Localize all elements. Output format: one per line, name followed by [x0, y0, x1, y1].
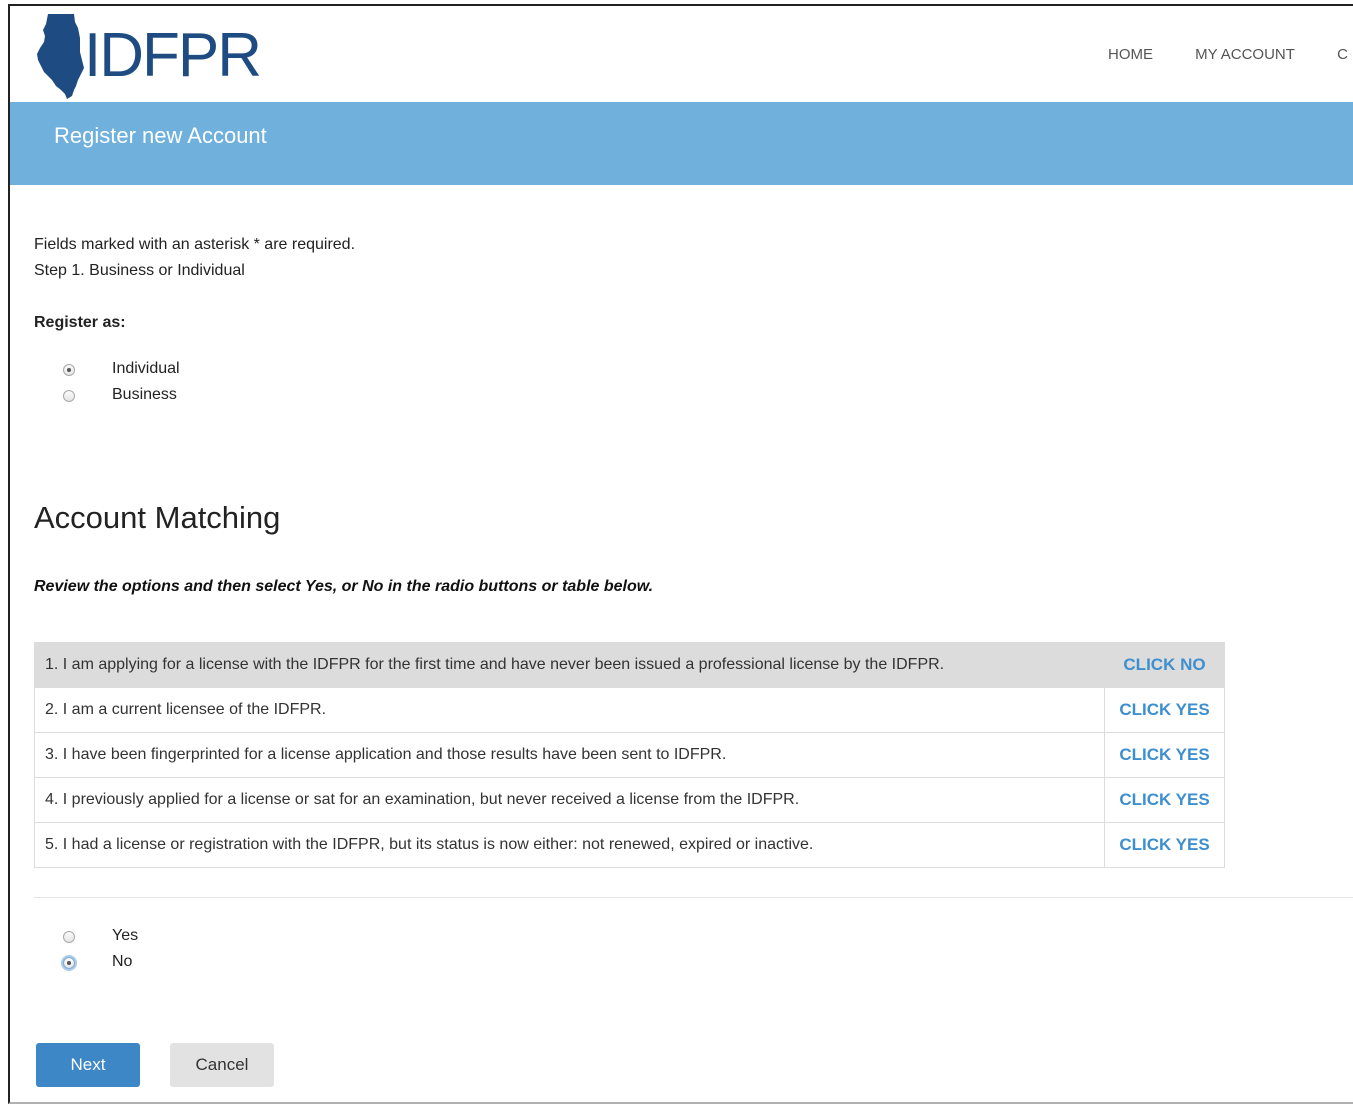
- click-yes-link[interactable]: CLICK YES: [1104, 822, 1225, 868]
- option-text: 5. I had a license or registration with …: [34, 822, 1105, 868]
- account-matching-heading: Account Matching: [34, 500, 281, 535]
- cancel-button[interactable]: Cancel: [170, 1043, 274, 1087]
- radio-business[interactable]: [63, 390, 75, 402]
- option-text: 1. I am applying for a license with the …: [34, 642, 1105, 688]
- table-row: 1. I am applying for a license with the …: [34, 642, 1225, 688]
- page-banner: Register new Account: [10, 102, 1353, 185]
- nav-item-truncated[interactable]: C: [1337, 46, 1348, 63]
- option-text: 2. I am a current licensee of the IDFPR.: [34, 687, 1105, 733]
- option-text: 3. I have been fingerprinted for a licen…: [34, 732, 1105, 778]
- required-fields-note: Fields marked with an asterisk * are req…: [34, 236, 356, 253]
- radio-business-label[interactable]: Business: [112, 386, 177, 404]
- logo-text: IDFPR: [84, 21, 262, 90]
- top-nav: HOME MY ACCOUNT C: [1108, 46, 1353, 63]
- step-label: Step 1. Business or Individual: [34, 262, 245, 279]
- idfpr-logo[interactable]: IDFPR: [34, 12, 274, 100]
- radio-no-label[interactable]: No: [112, 953, 132, 971]
- nav-home[interactable]: HOME: [1108, 46, 1153, 63]
- option-text: 4. I previously applied for a license or…: [34, 777, 1105, 823]
- radio-individual-label[interactable]: Individual: [112, 360, 180, 378]
- register-as-label: Register as:: [34, 314, 126, 331]
- radio-yes-label[interactable]: Yes: [112, 927, 138, 945]
- radio-individual[interactable]: [63, 364, 75, 376]
- table-row: 4. I previously applied for a license or…: [34, 777, 1225, 823]
- table-row: 5. I had a license or registration with …: [34, 822, 1225, 868]
- divider: [34, 897, 1353, 898]
- nav-my-account[interactable]: MY ACCOUNT: [1195, 46, 1295, 63]
- radio-no[interactable]: [63, 957, 75, 969]
- table-row: 2. I am a current licensee of the IDFPR.…: [34, 687, 1225, 733]
- site-header: IDFPR HOME MY ACCOUNT C: [10, 6, 1353, 102]
- browser-viewport: IDFPR HOME MY ACCOUNT C Register new Acc…: [8, 4, 1353, 1104]
- next-button[interactable]: Next: [36, 1043, 140, 1087]
- click-yes-link[interactable]: CLICK YES: [1104, 687, 1225, 733]
- page-title: Register new Account: [54, 123, 267, 148]
- matching-options-table: 1. I am applying for a license with the …: [34, 642, 1225, 868]
- table-row: 3. I have been fingerprinted for a licen…: [34, 732, 1225, 778]
- click-no-link[interactable]: CLICK NO: [1104, 642, 1225, 688]
- click-yes-link[interactable]: CLICK YES: [1104, 777, 1225, 823]
- click-yes-link[interactable]: CLICK YES: [1104, 732, 1225, 778]
- radio-yes[interactable]: [63, 931, 75, 943]
- matching-instructions: Review the options and then select Yes, …: [34, 578, 654, 595]
